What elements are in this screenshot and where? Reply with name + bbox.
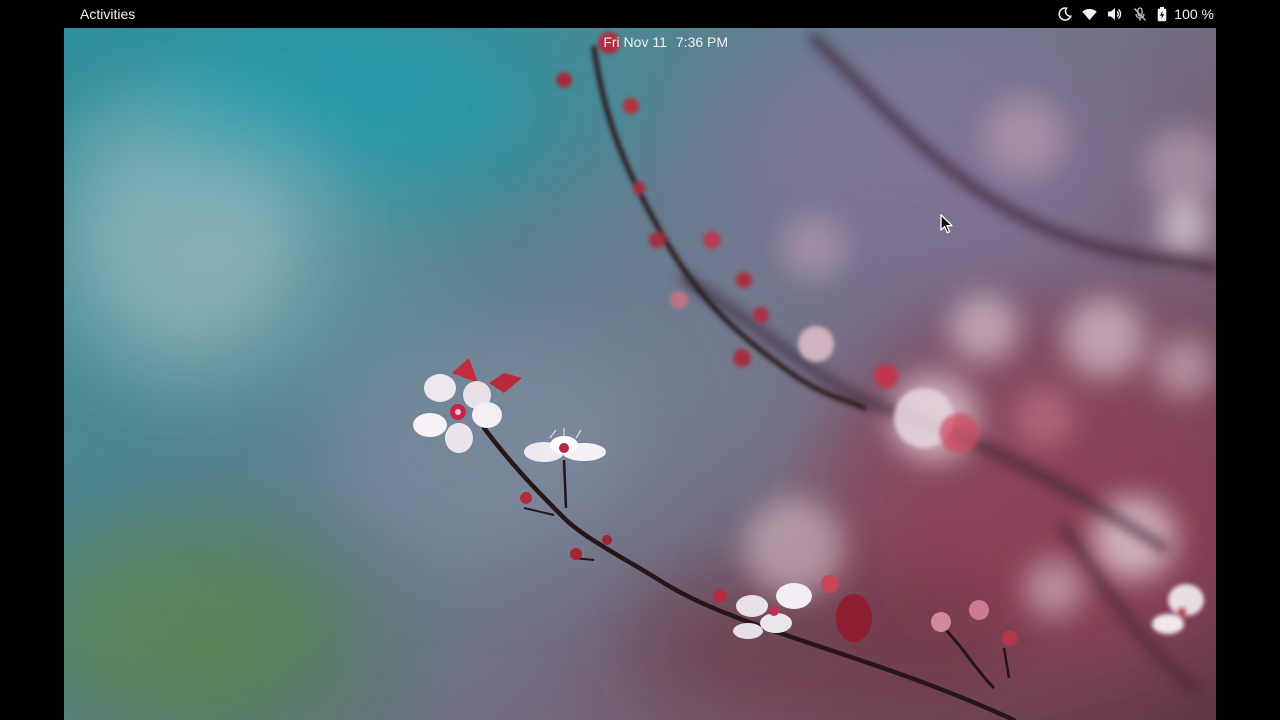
time-label: 7:36 PM [675,34,729,50]
activities-button[interactable]: Activities [70,0,145,28]
date-label: Fri Nov 11 [603,34,667,50]
microphone-muted-icon [1127,0,1152,28]
top-bar: Activities Fri Nov 11 7:36 PM 100 % [0,0,1280,50]
battery-percentage: 100 % [1174,6,1214,22]
mouse-pointer-icon [940,214,954,239]
system-menu-button[interactable]: 100 % [1052,0,1214,28]
cherry-blossom-image [64,28,1216,720]
night-light-icon [1052,0,1077,28]
wifi-icon [1077,0,1102,28]
desktop-screen: Activities Fri Nov 11 7:36 PM 100 % [0,0,1280,720]
volume-icon [1102,0,1127,28]
battery-icon [1152,0,1172,28]
clock-button[interactable]: Fri Nov 11 7:36 PM [570,0,738,50]
desktop-wallpaper [64,28,1216,720]
